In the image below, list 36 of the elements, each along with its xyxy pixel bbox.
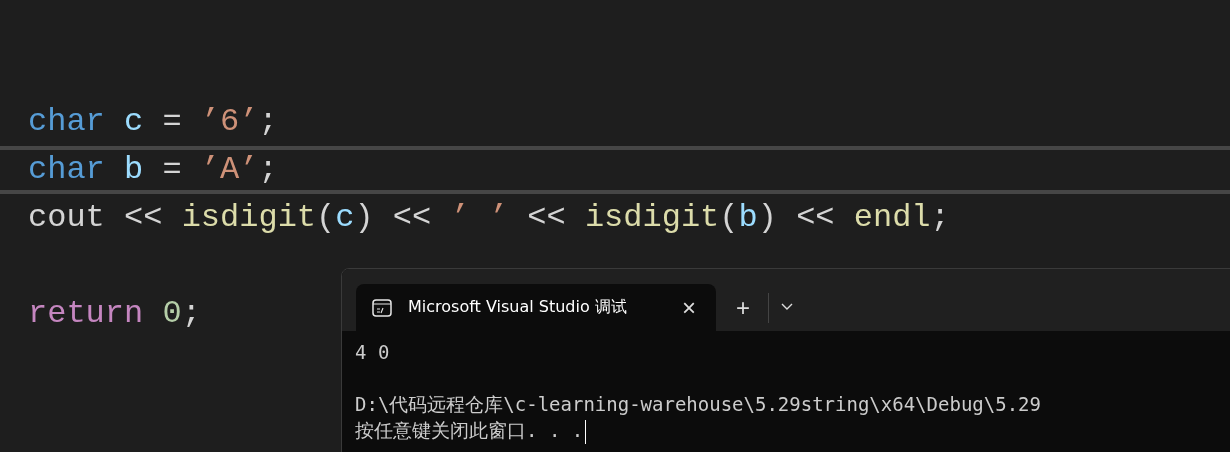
variable-token: c (123, 103, 144, 140)
chevron-down-icon[interactable] (781, 303, 793, 311)
code-text: ; (258, 103, 278, 140)
terminal-tab[interactable]: Microsoft Visual Studio 调试 × (356, 284, 716, 331)
code-text: ; (258, 151, 278, 188)
code-text: ( (719, 199, 739, 236)
string-token: ’A’ (200, 151, 259, 188)
code-text: << (526, 199, 567, 236)
keyword-token: return (28, 295, 144, 332)
code-text: cout << (28, 199, 164, 236)
string-token: ’6’ (200, 103, 259, 140)
string-token: ’ ’ (450, 199, 509, 236)
code-text: ; (181, 295, 201, 332)
function-token: endl (853, 199, 931, 236)
console-output: 4 0 (355, 341, 390, 363)
function-token: isdigit (181, 199, 317, 236)
code-text: ) << (354, 199, 433, 236)
code-text: ( (316, 199, 336, 236)
console-output: 按任意键关闭此窗口. . . (355, 419, 584, 441)
text-cursor (585, 419, 587, 444)
terminal-icon (372, 298, 392, 317)
variable-token: b (738, 199, 758, 236)
code-text: ) << (757, 199, 836, 236)
new-tab-button[interactable]: + (728, 284, 758, 331)
code-text: ; (930, 199, 950, 236)
variable-token: b (123, 151, 144, 188)
code-text: = (161, 103, 183, 140)
close-button[interactable]: × (674, 295, 704, 320)
keyword-token: char (28, 103, 105, 140)
keyword-token: char (28, 151, 105, 188)
code-text: = (161, 151, 183, 188)
console-output: D:\代码远程仓库\c-learning-warehouse\5.29string\x64\Debug\5.29 (355, 393, 1041, 415)
function-token: isdigit (584, 199, 720, 236)
number-token: 0 (161, 295, 182, 332)
variable-token: c (335, 199, 355, 236)
tab-title: Microsoft Visual Studio 调试 (408, 297, 628, 318)
